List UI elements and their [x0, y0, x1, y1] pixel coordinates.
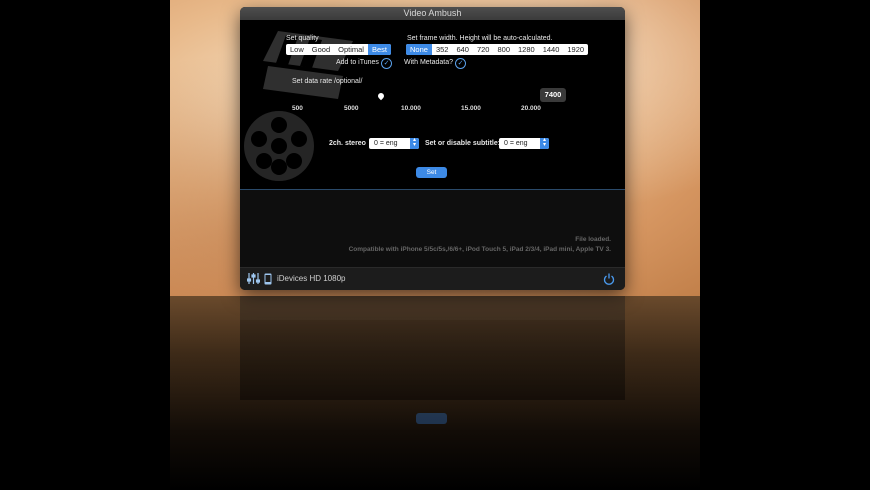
data-rate-tick: 10.000	[401, 105, 421, 112]
quality-label: Set quality	[286, 35, 319, 42]
quality-option-best[interactable]: Best	[367, 44, 391, 55]
audio-popup-value: 0 = eng	[374, 140, 398, 147]
frame-width-label: Set frame width. Height will be auto-cal…	[407, 35, 553, 42]
metadata-label: With Metadata?	[404, 59, 454, 66]
status-file-loaded: File loaded.	[575, 236, 611, 243]
device-icon[interactable]	[264, 273, 272, 285]
frame-width-option-720[interactable]: 720	[473, 44, 494, 55]
window-reflection	[240, 296, 625, 446]
subtitle-label: Set or disable subtitle:	[425, 140, 501, 147]
quality-option-low[interactable]: Low	[286, 44, 308, 55]
power-icon[interactable]	[603, 273, 615, 285]
quality-option-optimal[interactable]: Optimal	[334, 44, 368, 55]
subtitle-popup[interactable]: 0 = eng ▴ ▾	[499, 137, 549, 149]
audio-label: 2ch. stereo	[329, 140, 366, 147]
data-rate-label: Set data rate /optional/	[292, 78, 363, 85]
frame-width-option-1440[interactable]: 1440	[539, 44, 564, 55]
frame-width-option-none[interactable]: None	[406, 44, 432, 55]
frame-width-option-1280[interactable]: 1280	[514, 44, 539, 55]
frame-width-option-1920[interactable]: 1920	[563, 44, 588, 55]
data-rate-tick: 500	[292, 105, 303, 112]
data-rate-value: 7400	[540, 88, 566, 102]
chevron-up-down-icon: ▴ ▾	[410, 137, 419, 149]
itunes-checkmark-icon[interactable]: ✓	[381, 58, 392, 69]
quality-segmented-control[interactable]: Low Good Optimal Best	[286, 44, 391, 55]
data-rate-tick: 15.000	[461, 105, 481, 112]
chevron-up-down-icon: ▴ ▾	[540, 137, 549, 149]
window-title: Video Ambush	[240, 7, 625, 20]
metadata-checkmark-icon[interactable]: ✓	[455, 58, 466, 69]
data-rate-tick: 20.000	[521, 105, 541, 112]
bottom-bar: iDevices HD 1080p	[240, 267, 625, 290]
frame-width-option-352[interactable]: 352	[432, 44, 453, 55]
audio-popup[interactable]: 0 = eng ▴ ▾	[369, 137, 419, 149]
preset-label[interactable]: iDevices HD 1080p	[277, 274, 345, 283]
set-button[interactable]: Set	[416, 167, 447, 178]
frame-width-option-640[interactable]: 640	[452, 44, 473, 55]
subtitle-popup-value: 0 = eng	[504, 140, 528, 147]
frame-width-option-800[interactable]: 800	[493, 44, 514, 55]
app-window: Video Ambush Set quality Low Good Optima…	[240, 7, 625, 290]
itunes-label: Add to iTunes	[336, 59, 379, 66]
film-reel-icon	[244, 111, 314, 181]
mixer-icon[interactable]	[247, 272, 260, 285]
data-rate-tick: 5000	[344, 105, 359, 112]
quality-option-good[interactable]: Good	[308, 44, 334, 55]
data-rate-slider-thumb[interactable]	[376, 91, 386, 101]
frame-width-segmented-control[interactable]: None 352 640 720 800 1280 1440 1920	[406, 44, 589, 55]
log-area: File loaded. Compatible with iPhone 5/5c…	[240, 190, 625, 267]
status-compatibility: Compatible with iPhone 5/5c/5s,/6/6+, iP…	[348, 246, 611, 253]
